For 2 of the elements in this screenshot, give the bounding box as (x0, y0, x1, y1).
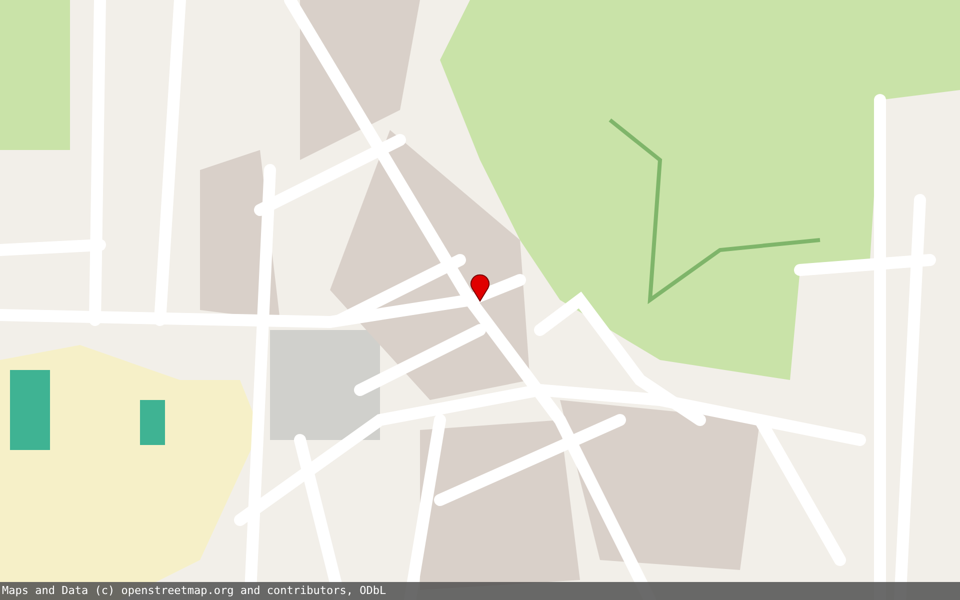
map-pin-icon[interactable] (470, 274, 490, 302)
attribution-text: Maps and Data (c) openstreetmap.org and contributors, ODbL (0, 582, 960, 600)
